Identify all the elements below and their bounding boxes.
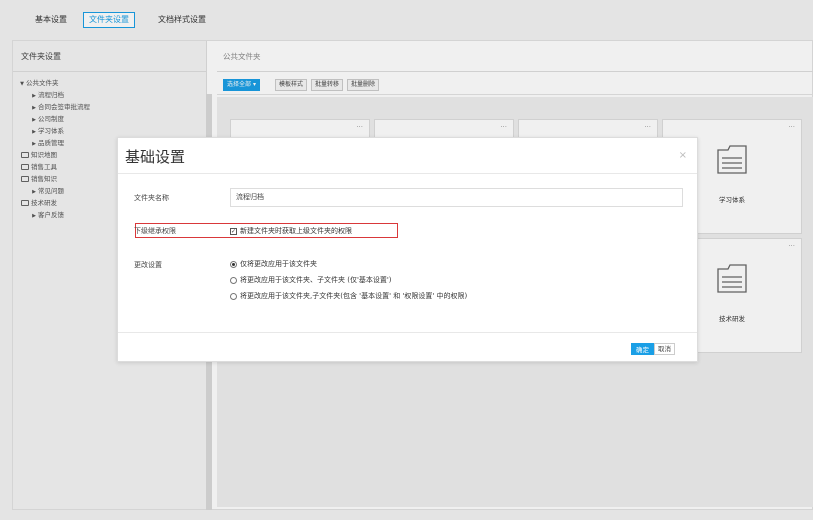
change-settings-label: 更改设置	[134, 261, 162, 269]
checkmark-icon: ✓	[231, 228, 237, 235]
folder-name-label: 文件夹名称	[134, 194, 169, 202]
apply-subfolders-basic-radio[interactable]	[230, 277, 237, 284]
inherit-permission-option[interactable]: 新建文件夹时获取上级文件夹的权限	[240, 226, 352, 236]
apply-subfolders-basic-option[interactable]: 将更改应用于该文件夹、子文件夹 (仅'基本设置')	[240, 275, 392, 285]
dialog-body: 文件夹名称 流程归档 下级继承权限 ✓ 新建文件夹时获取上级文件夹的权限 更改设…	[118, 173, 697, 333]
apply-folder-only-radio[interactable]	[230, 261, 237, 268]
dialog-title: 基础设置	[125, 148, 186, 166]
close-icon[interactable]: ×	[679, 150, 687, 161]
inherit-permission-checkbox[interactable]: ✓	[230, 228, 237, 235]
inherit-permission-label: 下级继承权限	[134, 227, 176, 235]
apply-subfolders-all-option[interactable]: 将更改应用于该文件夹,子文件夹(包含 '基本设置' 和 '权限设置' 中的权限)	[240, 291, 467, 301]
confirm-button[interactable]: 确定	[631, 343, 654, 355]
apply-folder-only-option[interactable]: 仅将更改应用于该文件夹	[240, 259, 317, 269]
apply-subfolders-all-radio[interactable]	[230, 293, 237, 300]
cancel-button[interactable]: 取消	[654, 343, 675, 355]
folder-name-input[interactable]: 流程归档	[230, 188, 683, 207]
basic-settings-dialog: 基础设置 × 文件夹名称 流程归档 下级继承权限 ✓ 新建文件夹时获取上级文件夹…	[117, 137, 698, 362]
